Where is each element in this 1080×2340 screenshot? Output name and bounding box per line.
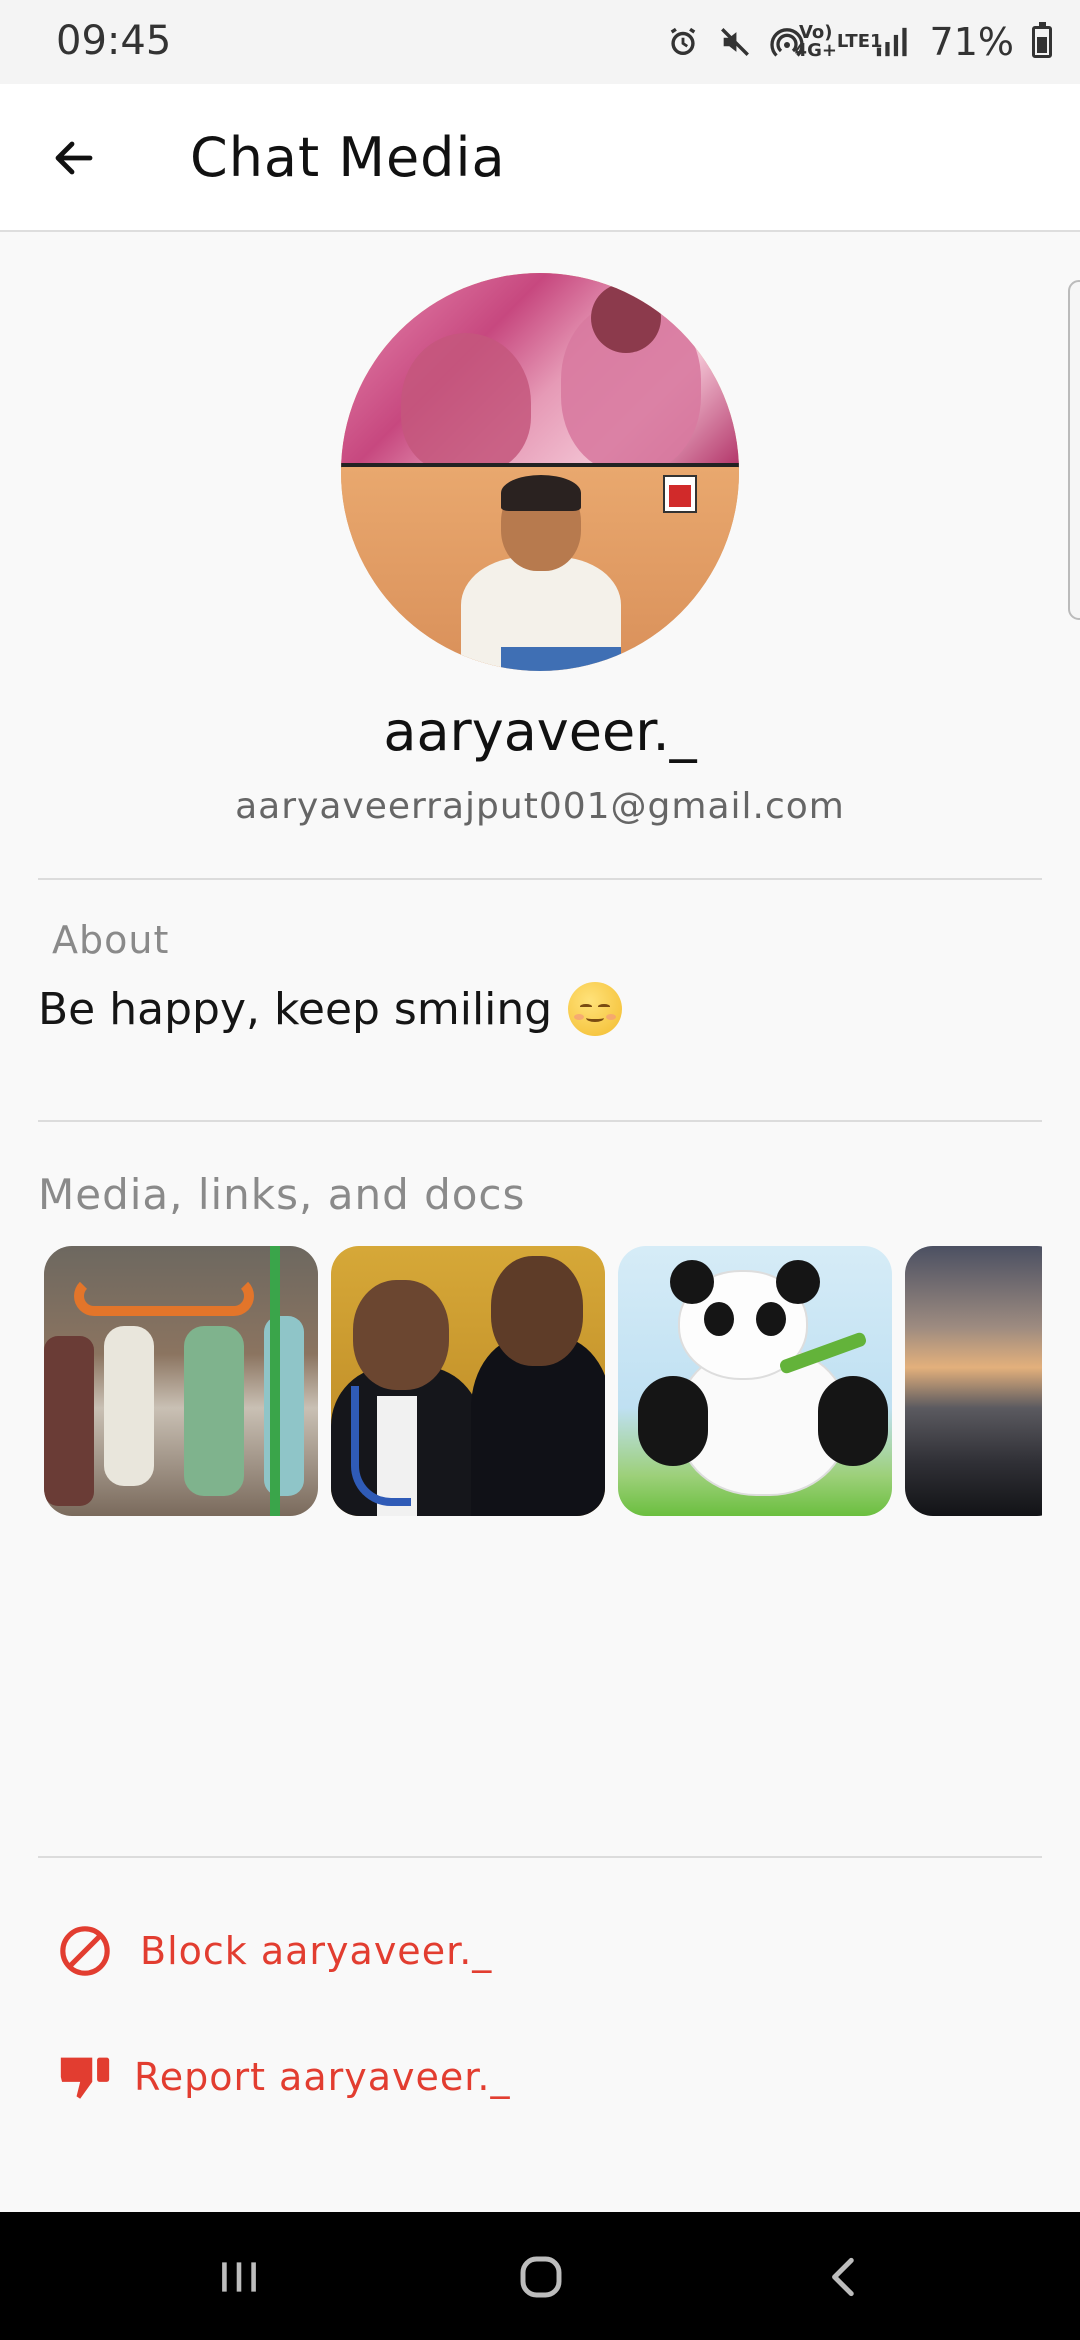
home-icon [520, 2256, 562, 2298]
back-nav-button[interactable] [810, 2242, 880, 2312]
avatar-collage-bottom [341, 467, 739, 671]
media-strip[interactable] [44, 1246, 1042, 1518]
home-button[interactable] [506, 2242, 576, 2312]
arrow-left-icon [55, 141, 93, 175]
thumbs-down-icon [56, 2048, 114, 2106]
status-icons: Vo) 4G+ LTE1 71% [664, 16, 1052, 68]
page-title: Chat Media [190, 126, 506, 189]
block-user-button[interactable]: Block aaryaveer._ [56, 1922, 492, 1980]
status-time: 09:45 [56, 18, 172, 64]
battery-percent: 71% [929, 20, 1014, 64]
about-status-text: Be happy, keep smiling [38, 983, 553, 1035]
chat-media-screen: 09:45 Vo) 4G+ LTE1 71% Chat Media aaryav… [0, 0, 1080, 2340]
divider [38, 1120, 1042, 1122]
network-type-label: Vo) 4G+ LTE1 [794, 22, 883, 61]
report-user-button[interactable]: Report aaryaveer._ [56, 2048, 510, 2106]
media-thumbnail[interactable] [44, 1246, 318, 1516]
media-thumbnail[interactable] [618, 1246, 892, 1516]
recents-icon [222, 2262, 256, 2292]
scroll-edge-indicator[interactable] [1068, 280, 1080, 620]
signal-icon [872, 23, 910, 61]
divider [38, 1856, 1042, 1858]
alarm-icon [664, 23, 702, 61]
status-bar: 09:45 Vo) 4G+ LTE1 71% [0, 0, 1080, 84]
media-thumbnail[interactable] [331, 1246, 605, 1516]
divider [38, 878, 1042, 880]
mute-icon [716, 23, 754, 61]
block-user-label: Block aaryaveer._ [140, 1929, 493, 1973]
recent-apps-button[interactable] [204, 2242, 274, 2312]
app-bar: Chat Media [0, 84, 1080, 232]
media-thumbnail[interactable] [905, 1246, 1042, 1516]
battery-icon [1032, 22, 1052, 58]
about-label: About [52, 918, 170, 962]
profile-avatar[interactable] [341, 273, 739, 671]
channel-logo-icon [663, 475, 697, 513]
media-section-label: Media, links, and docs [38, 1170, 526, 1219]
avatar-collage-top [341, 273, 739, 473]
profile-name: aaryaveer._ [383, 700, 697, 763]
system-nav-bar [0, 2212, 1080, 2340]
block-icon [56, 1922, 114, 1980]
report-user-label: Report aaryaveer._ [134, 2055, 511, 2099]
profile-email: aaryaveerrajput001@gmail.com [235, 786, 845, 827]
relieved-face-emoji-icon [568, 982, 623, 1036]
chevron-left-icon [832, 2257, 854, 2297]
about-text: Be happy, keep smiling [38, 982, 623, 1036]
back-button[interactable] [38, 122, 110, 194]
